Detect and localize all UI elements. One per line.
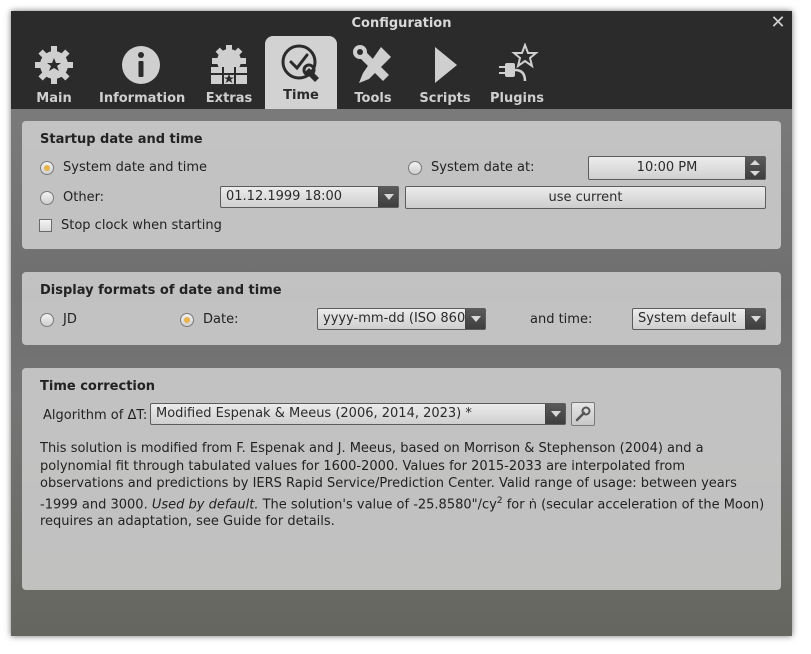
time-correction-title: Time correction bbox=[40, 379, 156, 394]
other-label: Other: bbox=[63, 190, 105, 205]
spin-arrows-icon[interactable] bbox=[745, 157, 765, 179]
algorithm-value: Modified Espenak & Meeus (2006, 2014, 20… bbox=[156, 406, 472, 421]
configuration-window: Configuration ✕ Main Information Extras … bbox=[11, 11, 792, 636]
tab-time[interactable]: Time bbox=[265, 36, 337, 109]
radio-dot bbox=[40, 190, 54, 205]
and-time-label: and time: bbox=[530, 312, 593, 327]
time-format-combo[interactable]: System default bbox=[632, 308, 766, 330]
display-formats-panel: Display formats of date and time JD Date… bbox=[22, 272, 781, 345]
window-title: Configuration bbox=[11, 11, 792, 37]
clock-wrench-icon bbox=[281, 44, 319, 82]
time-spinbox[interactable]: 10:00 PM bbox=[588, 156, 766, 180]
other-datetime-combo[interactable]: 01.12.1999 18:00 bbox=[220, 186, 399, 208]
time-format-value: System default bbox=[638, 311, 737, 326]
radio-dot bbox=[408, 160, 422, 175]
stop-clock-label: Stop clock when starting bbox=[61, 218, 222, 233]
tab-information[interactable]: Information bbox=[99, 37, 186, 109]
info-icon bbox=[122, 46, 160, 84]
other-radio[interactable]: Other: bbox=[40, 190, 104, 205]
startup-title: Startup date and time bbox=[40, 132, 203, 147]
algorithm-label: Algorithm of ΔT: bbox=[43, 408, 148, 423]
system-date-at-label: System date at: bbox=[431, 160, 535, 175]
time-value: 10:00 PM bbox=[636, 160, 698, 175]
checkbox-box bbox=[39, 219, 52, 232]
other-datetime-value: 01.12.1999 18:00 bbox=[226, 189, 343, 204]
algorithm-description: This solution is modified from F. Espena… bbox=[40, 441, 765, 530]
chevron-down-icon bbox=[378, 187, 398, 207]
extras-gear-icon bbox=[211, 45, 247, 84]
tab-scripts-label: Scripts bbox=[419, 91, 471, 106]
chevron-down-icon bbox=[545, 404, 565, 424]
time-correction-panel: Time correction Algorithm of ΔT: Modifie… bbox=[22, 368, 781, 590]
tab-extras[interactable]: Extras bbox=[203, 37, 255, 109]
close-icon[interactable]: ✕ bbox=[768, 13, 788, 33]
date-format-value: yyyy-mm-dd (ISO 8601) bbox=[323, 311, 479, 326]
date-label: Date: bbox=[203, 312, 239, 327]
tab-main[interactable]: Main bbox=[29, 37, 79, 109]
date-format-combo[interactable]: yyyy-mm-dd (ISO 8601) bbox=[317, 308, 486, 330]
tab-information-label: Information bbox=[99, 91, 186, 106]
radio-dot bbox=[180, 312, 194, 327]
stop-clock-checkbox[interactable]: Stop clock when starting bbox=[39, 218, 222, 233]
plugin-star-icon bbox=[499, 43, 539, 82]
date-radio[interactable]: Date: bbox=[180, 312, 238, 327]
system-date-at-radio[interactable]: System date at: bbox=[408, 160, 535, 175]
radio-dot bbox=[40, 312, 54, 327]
jd-label: JD bbox=[63, 312, 77, 327]
tab-extras-label: Extras bbox=[205, 91, 253, 106]
gear-star-icon bbox=[35, 46, 73, 84]
use-current-button[interactable]: use current bbox=[405, 186, 766, 209]
system-date-time-label: System date and time bbox=[63, 160, 208, 175]
tab-main-label: Main bbox=[36, 91, 72, 106]
display-formats-title: Display formats of date and time bbox=[40, 283, 282, 298]
radio-dot bbox=[40, 160, 54, 175]
jd-radio[interactable]: JD bbox=[40, 312, 77, 327]
tab-plugins[interactable]: Plugins bbox=[485, 37, 549, 109]
algorithm-settings-button[interactable] bbox=[571, 402, 595, 426]
tab-plugins-label: Plugins bbox=[490, 91, 544, 106]
tab-tools-label: Tools bbox=[354, 91, 392, 106]
tab-tools[interactable]: Tools bbox=[347, 37, 399, 109]
algorithm-combo[interactable]: Modified Espenak & Meeus (2006, 2014, 20… bbox=[150, 403, 566, 425]
startup-panel: Startup date and time System date and ti… bbox=[22, 121, 781, 249]
tab-time-label: Time bbox=[283, 88, 319, 103]
chevron-down-icon bbox=[465, 309, 485, 329]
system-date-time-radio[interactable]: System date and time bbox=[40, 160, 207, 175]
wrench-icon bbox=[575, 406, 591, 422]
time-settings-content: Startup date and time System date and ti… bbox=[11, 109, 792, 636]
play-icon bbox=[435, 47, 457, 83]
tools-icon bbox=[353, 45, 391, 83]
tab-scripts[interactable]: Scripts bbox=[415, 37, 475, 109]
tab-bar: Main Information Extras Time Tools Scrip… bbox=[11, 36, 792, 109]
chevron-down-icon bbox=[745, 309, 765, 329]
